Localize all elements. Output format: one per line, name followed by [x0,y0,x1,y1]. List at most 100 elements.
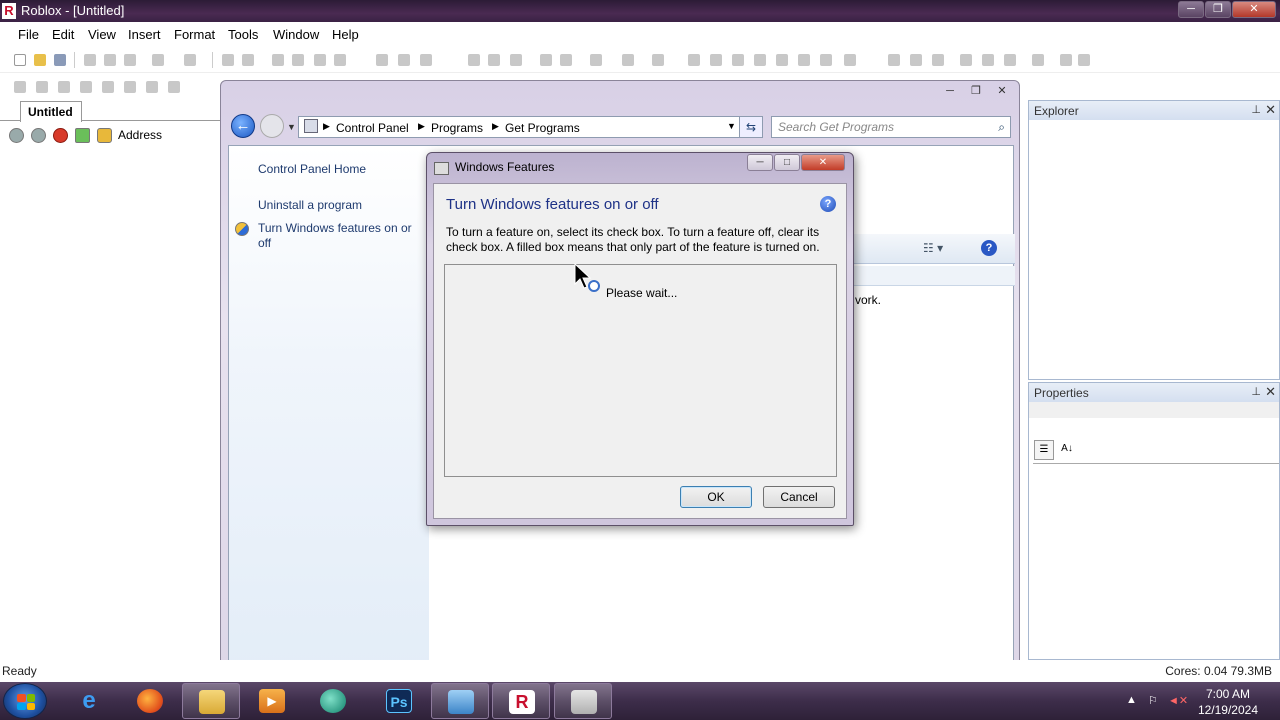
breadcrumb[interactable]: ▶ Control Panel ▶ Programs ▶ Get Program… [298,116,746,138]
drag-icon[interactable] [510,54,522,66]
help-icon[interactable]: ? [981,240,997,256]
menu-help[interactable]: Help [332,27,359,42]
cut-icon[interactable] [84,54,96,66]
ok-button[interactable]: OK [680,486,752,508]
taskbar-control-panel[interactable] [431,683,489,719]
terrain-icon[interactable] [820,54,832,66]
features-list[interactable]: Please wait... [444,264,837,477]
camera-down-icon[interactable] [80,81,92,93]
close-button[interactable]: ✕ [1232,1,1276,18]
select-icon[interactable] [468,54,480,66]
smooth-icon[interactable] [1032,54,1044,66]
play-icon[interactable] [376,54,388,66]
surface-icon[interactable] [652,54,664,66]
taskbar-firefox[interactable] [121,683,179,719]
corner-icon[interactable] [732,54,744,66]
move-icon[interactable] [488,54,500,66]
rotate-tool-icon[interactable] [910,54,922,66]
view-options-icon[interactable]: ☷ ▾ [923,241,943,255]
close-button[interactable]: ✕ [801,154,845,171]
tilt-icon[interactable] [292,54,304,66]
breadcrumb-get-programs[interactable]: Get Programs [505,121,580,135]
taskbar-windows-features[interactable] [554,683,612,719]
minimize-button[interactable]: ─ [1178,1,1204,18]
home-icon[interactable] [97,128,112,143]
motor-icon[interactable] [1004,54,1016,66]
paint-icon[interactable] [590,54,602,66]
taskbar-app[interactable] [304,683,362,719]
camera-left-icon[interactable] [14,81,26,93]
forward-button[interactable] [260,114,284,138]
camera-tilt-up-icon[interactable] [102,81,114,93]
pause-icon[interactable] [398,54,410,66]
copy-icon[interactable] [104,54,116,66]
categorized-icon[interactable]: ☰ [1034,440,1054,460]
menu-insert[interactable]: Insert [128,27,161,42]
help-icon[interactable]: ? [820,196,836,212]
rotate-icon[interactable] [272,54,284,66]
menu-window[interactable]: Window [273,27,319,42]
scale-tool-icon[interactable] [932,54,944,66]
menu-format[interactable]: Format [174,27,215,42]
zoom-extents-icon[interactable] [146,81,158,93]
clock[interactable]: 7:00 AM 12/19/2024 [1198,686,1258,718]
forward-icon[interactable] [31,128,46,143]
volume-muted-icon[interactable]: ◄✕ [1168,694,1188,707]
menu-view[interactable]: View [88,27,116,42]
chevron-down-icon[interactable]: ▼ [727,121,736,131]
up-icon[interactable] [314,54,326,66]
menu-file[interactable]: File [18,27,39,42]
weld-icon[interactable] [960,54,972,66]
search-icon[interactable]: ⌕ [998,120,1005,135]
part-icon[interactable] [688,54,700,66]
paste-icon[interactable] [124,54,136,66]
camera-up-icon[interactable] [58,81,70,93]
reset-icon[interactable] [420,54,432,66]
cancel-button[interactable]: Cancel [763,486,835,508]
material-icon[interactable] [622,54,634,66]
anchor-icon[interactable] [560,54,572,66]
pin-icon[interactable]: ⊥ [1251,385,1261,398]
hinge-icon[interactable] [982,54,994,66]
redo-icon[interactable] [184,54,196,66]
chevron-right-icon[interactable]: ▶ [323,121,330,132]
zoom-icon[interactable] [168,81,180,93]
back-icon[interactable] [9,128,24,143]
breadcrumb-control-panel[interactable]: Control Panel [336,121,409,135]
breadcrumb-programs[interactable]: Programs [431,121,483,135]
start-button[interactable] [3,683,47,719]
open-icon[interactable] [34,54,46,66]
minimize-button[interactable]: ─ [939,83,961,99]
save-icon[interactable] [54,54,66,66]
taskbar-internet-explorer[interactable]: e [60,683,118,719]
taskbar-media-player[interactable]: ▶ [243,683,301,719]
search-input[interactable]: Search Get Programs ⌕ [771,116,1011,138]
close-icon[interactable]: ✕ [1265,384,1276,400]
alphabetical-icon[interactable]: A↓ [1057,440,1077,460]
model-icon[interactable] [754,54,766,66]
taskbar-windows-explorer[interactable] [182,683,240,719]
history-dropdown-icon[interactable]: ▼ [287,122,296,132]
pin-icon[interactable]: ⊥ [1251,103,1261,116]
group-icon[interactable] [222,54,234,66]
stop-icon[interactable] [53,128,68,143]
union-icon[interactable] [776,54,788,66]
menu-tools[interactable]: Tools [228,27,258,42]
refresh-icon[interactable] [75,128,90,143]
link-uninstall-program[interactable]: Uninstall a program [258,198,362,212]
show-hidden-icons-icon[interactable]: ▲ [1126,694,1137,706]
restore-button[interactable]: ❐ [965,83,987,99]
camera-tilt-down-icon[interactable] [124,81,136,93]
maximize-button[interactable]: □ [774,154,800,171]
menu-edit[interactable]: Edit [52,27,74,42]
link-control-panel-home[interactable]: Control Panel Home [258,162,366,176]
undo-icon[interactable] [152,54,164,66]
ungroup-icon[interactable] [242,54,254,66]
negate-icon[interactable] [798,54,810,66]
back-button[interactable]: ← [231,114,255,138]
light-icon[interactable] [844,54,856,66]
close-icon[interactable]: ✕ [1265,102,1276,118]
camera-right-icon[interactable] [36,81,48,93]
down-icon[interactable] [334,54,346,66]
select-tool-icon[interactable] [888,54,900,66]
